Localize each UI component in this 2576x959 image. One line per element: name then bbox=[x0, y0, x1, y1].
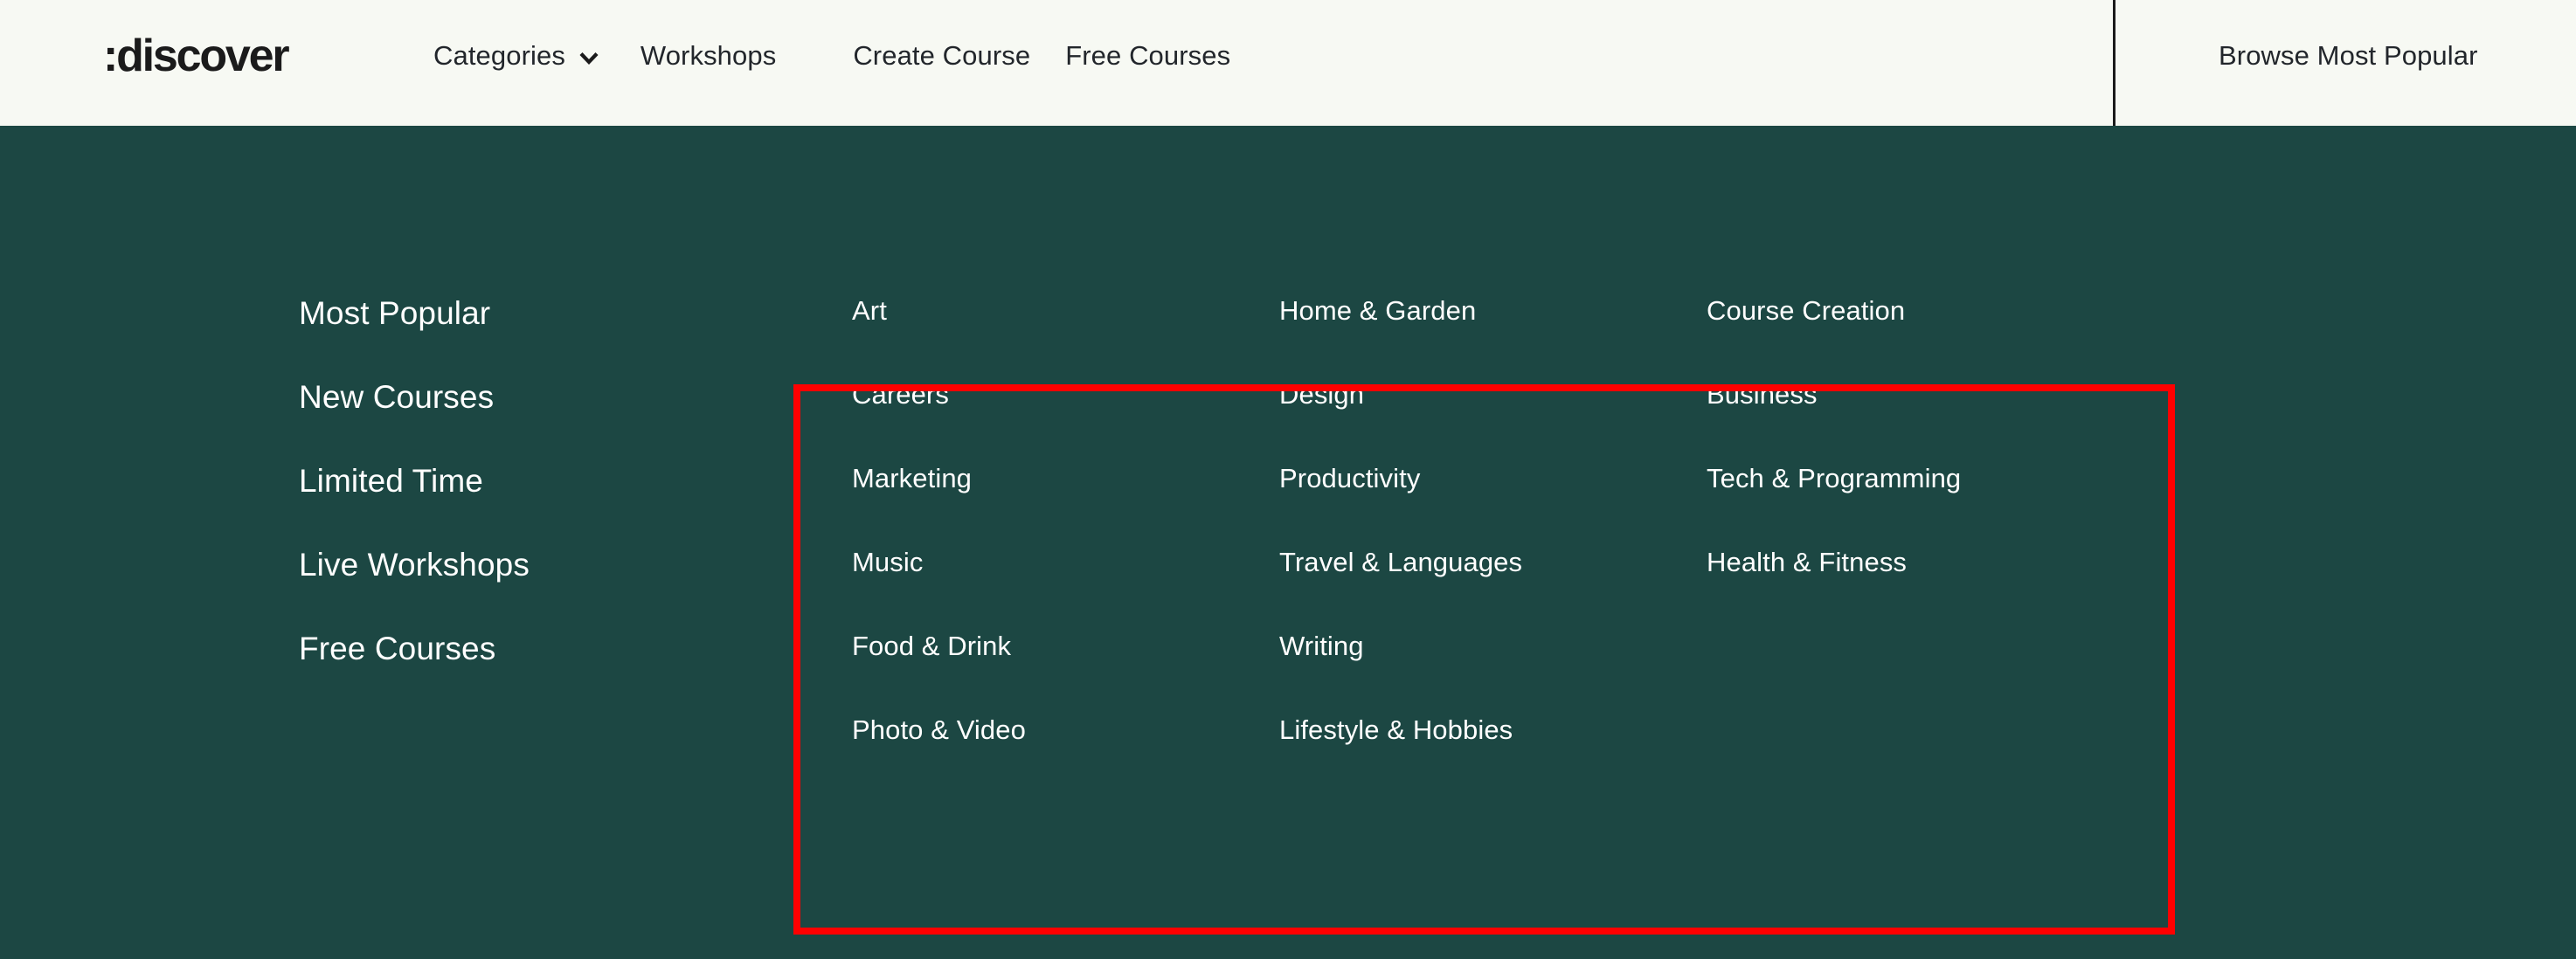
category-lifestyle-hobbies[interactable]: Lifestyle & Hobbies bbox=[1279, 716, 1707, 743]
category-writing[interactable]: Writing bbox=[1279, 632, 1707, 659]
site-logo[interactable]: :discover bbox=[103, 33, 290, 79]
category-business[interactable]: Business bbox=[1707, 381, 2074, 408]
browse-most-popular-link[interactable]: Browse Most Popular bbox=[2219, 42, 2478, 69]
category-tech-programming[interactable]: Tech & Programming bbox=[1707, 465, 2074, 492]
category-design[interactable]: Design bbox=[1279, 381, 1707, 408]
nav-item-workshops[interactable]: Workshops bbox=[641, 42, 776, 69]
category-home-garden[interactable]: Home & Garden bbox=[1279, 297, 1707, 324]
category-health-fitness[interactable]: Health & Fitness bbox=[1707, 548, 2074, 576]
chevron-down-icon bbox=[578, 46, 600, 69]
rail-item-most-popular[interactable]: Most Popular bbox=[299, 297, 701, 329]
mega-menu-rail: Most Popular New Courses Limited Time Li… bbox=[299, 297, 701, 665]
header-divider bbox=[2113, 0, 2116, 126]
category-column-2: Home & Garden Design Productivity Travel… bbox=[1279, 297, 1707, 743]
category-art[interactable]: Art bbox=[852, 297, 1279, 324]
nav-item-categories[interactable]: Categories bbox=[433, 42, 600, 69]
category-photo-video[interactable]: Photo & Video bbox=[852, 716, 1279, 743]
category-marketing[interactable]: Marketing bbox=[852, 465, 1279, 492]
rail-item-free-courses[interactable]: Free Courses bbox=[299, 632, 701, 665]
category-grid: Art Careers Marketing Music Food & Drink… bbox=[852, 297, 2074, 743]
category-column-3: Course Creation Business Tech & Programm… bbox=[1707, 297, 2074, 743]
primary-nav: Categories Workshops Create Course Free … bbox=[433, 42, 1230, 69]
category-music[interactable]: Music bbox=[852, 548, 1279, 576]
rail-item-new-courses[interactable]: New Courses bbox=[299, 381, 701, 413]
category-column-1: Art Careers Marketing Music Food & Drink… bbox=[852, 297, 1279, 743]
category-travel-languages[interactable]: Travel & Languages bbox=[1279, 548, 1707, 576]
nav-item-free-courses[interactable]: Free Courses bbox=[1065, 42, 1230, 69]
rail-item-live-workshops[interactable]: Live Workshops bbox=[299, 548, 701, 581]
site-header: :discover Categories Workshops Create Co… bbox=[0, 0, 2576, 126]
nav-item-categories-label: Categories bbox=[433, 40, 565, 71]
nav-item-create-course[interactable]: Create Course bbox=[853, 42, 1030, 69]
category-course-creation[interactable]: Course Creation bbox=[1707, 297, 2074, 324]
rail-item-limited-time[interactable]: Limited Time bbox=[299, 465, 701, 497]
page-root: :discover Categories Workshops Create Co… bbox=[0, 0, 2576, 959]
categories-mega-menu: Most Popular New Courses Limited Time Li… bbox=[0, 126, 2576, 959]
category-food-drink[interactable]: Food & Drink bbox=[852, 632, 1279, 659]
category-careers[interactable]: Careers bbox=[852, 381, 1279, 408]
category-productivity[interactable]: Productivity bbox=[1279, 465, 1707, 492]
